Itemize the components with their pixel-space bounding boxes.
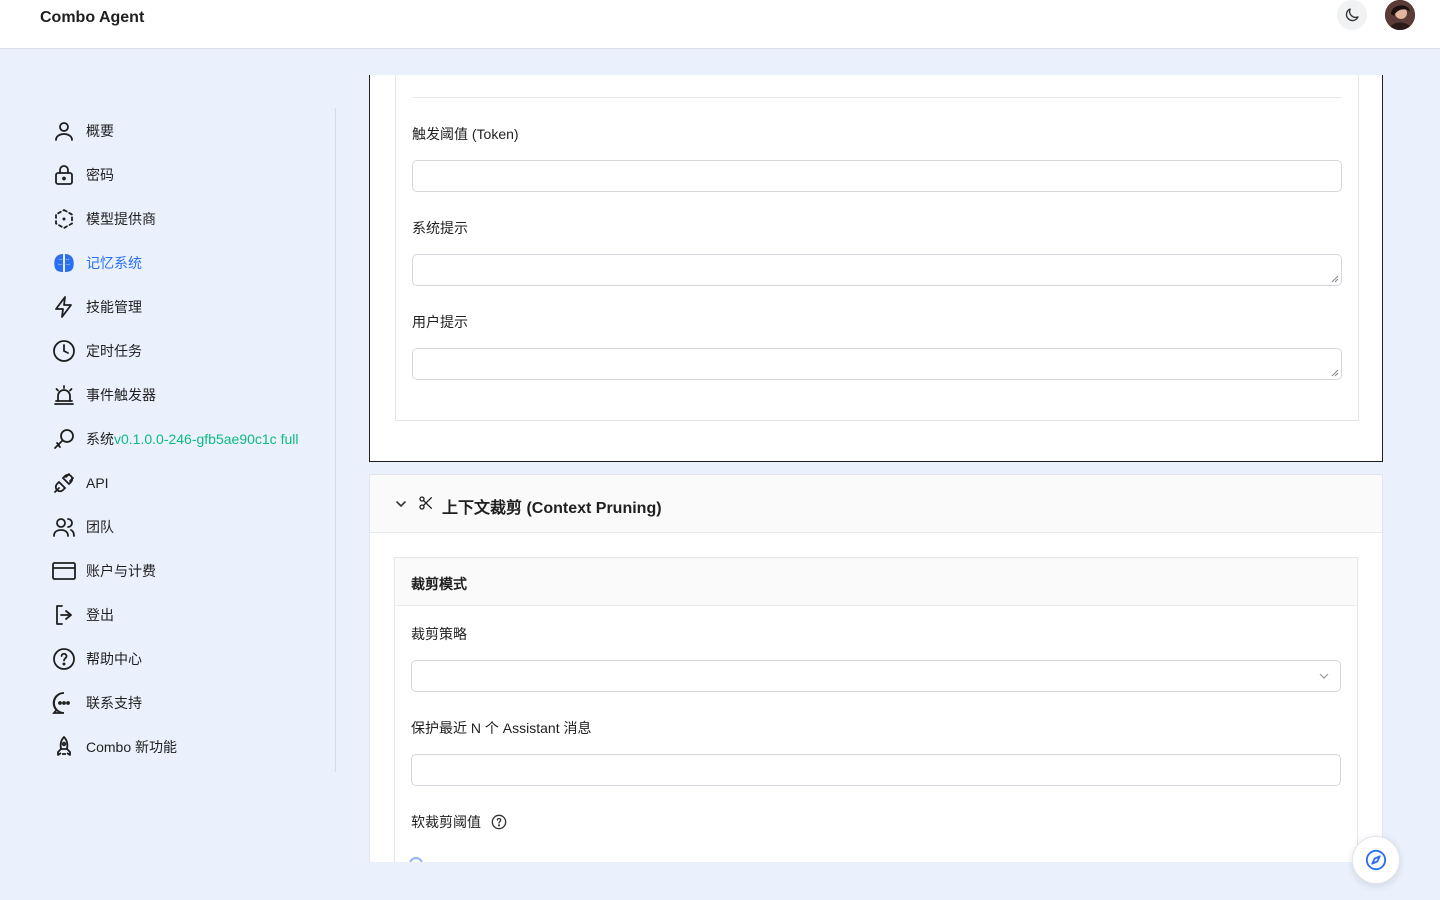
sidebar-item-api[interactable]: API	[52, 467, 109, 499]
context-pruning-title: 上下文裁剪 (Context Pruning)	[442, 500, 662, 517]
system-prompt-textarea[interactable]	[412, 254, 1342, 286]
app-title: Combo Agent	[40, 9, 145, 26]
trigger-threshold-input[interactable]	[412, 160, 1342, 192]
alarm-icon	[52, 383, 76, 407]
moon-icon	[1345, 8, 1359, 22]
field-label-trigger-threshold: 触发阈值 (Token)	[412, 126, 519, 142]
sidebar-item-label: 模型提供商	[86, 211, 156, 227]
credit-card-icon	[52, 559, 76, 583]
user-icon	[52, 119, 76, 143]
soft-prune-threshold-label: 软裁剪阈值	[411, 814, 481, 830]
clock-icon	[52, 339, 76, 363]
sidebar-item-system[interactable]: 系统 v0.1.0.0-246-gfb5ae90c1c full	[52, 423, 298, 455]
key-icon	[52, 427, 76, 451]
version-badge: v0.1.0.0-246-gfb5ae90c1c full	[114, 431, 299, 447]
sidebar-item-event-triggers[interactable]: 事件触发器	[52, 379, 156, 411]
sidebar-item-label: 概要	[86, 123, 114, 139]
question-circle-icon[interactable]	[491, 814, 507, 830]
field-label-soft-prune-threshold: 软裁剪阈值	[411, 812, 507, 832]
resize-grip-icon[interactable]	[1331, 275, 1339, 283]
sidebar	[0, 50, 336, 900]
sidebar-item-model-provider[interactable]: 模型提供商	[52, 203, 156, 235]
main-content: 触发阈值 (Token) 系统提示 用户提示 上下文裁剪 (Context Pr…	[369, 75, 1383, 862]
sidebar-item-logout[interactable]: 登出	[52, 599, 114, 631]
lock-icon	[52, 163, 76, 187]
sidebar-item-password[interactable]: 密码	[52, 159, 114, 191]
sidebar-item-contact-support[interactable]: 联系支持	[52, 687, 142, 719]
chevron-down-icon[interactable]	[394, 497, 408, 511]
sidebar-item-overview[interactable]: 概要	[52, 115, 114, 147]
field-label-pruning-strategy: 裁剪策略	[411, 626, 467, 642]
sidebar-item-label: 团队	[86, 519, 114, 535]
sidebar-item-label: 定时任务	[86, 343, 142, 359]
sidebar-item-scheduled-tasks[interactable]: 定时任务	[52, 335, 142, 367]
sidebar-item-label: Combo 新功能	[86, 739, 178, 755]
memory-settings-card: 触发阈值 (Token) 系统提示 用户提示	[395, 75, 1359, 421]
top-bar: Combo Agent	[0, 0, 1440, 49]
divider	[412, 97, 1342, 98]
sidebar-item-label: 技能管理	[86, 299, 142, 315]
brain-icon	[52, 251, 76, 275]
sidebar-item-label: 账户与计费	[86, 563, 156, 579]
pruning-mode-title: 裁剪模式	[411, 576, 467, 592]
sidebar-item-label: 记忆系统	[86, 255, 142, 271]
scissors-icon	[419, 496, 432, 510]
explore-fab-button[interactable]	[1352, 836, 1400, 884]
sidebar-item-label: 系统	[86, 431, 114, 447]
logout-icon	[52, 603, 76, 627]
lightning-icon	[52, 295, 76, 319]
pruning-mode-card: 裁剪模式 裁剪策略 保护最近 N 个 Assistant 消息 软裁剪阈值	[394, 557, 1358, 862]
sidebar-item-help-center[interactable]: 帮助中心	[52, 643, 142, 675]
sidebar-item-label: 登出	[86, 607, 114, 623]
help-circle-icon	[52, 647, 76, 671]
memory-panel: 触发阈值 (Token) 系统提示 用户提示	[369, 75, 1383, 462]
user-prompt-textarea[interactable]	[412, 348, 1342, 380]
compass-icon	[1365, 849, 1387, 871]
plug-icon	[52, 471, 76, 495]
rocket-icon	[52, 735, 76, 759]
field-label-system-prompt: 系统提示	[412, 220, 468, 236]
field-label-protect-recent: 保护最近 N 个 Assistant 消息	[411, 720, 592, 736]
context-pruning-header[interactable]: 上下文裁剪 (Context Pruning)	[370, 475, 1382, 533]
context-pruning-panel: 上下文裁剪 (Context Pruning) 裁剪模式 裁剪策略 保护最近 N…	[369, 474, 1383, 862]
sidebar-item-label: 密码	[86, 167, 114, 183]
sidebar-item-whats-new[interactable]: Combo 新功能	[52, 731, 177, 763]
sidebar-item-label: 帮助中心	[86, 651, 142, 667]
pruning-mode-header: 裁剪模式	[395, 558, 1357, 606]
sidebar-item-label: API	[86, 475, 109, 491]
team-icon	[52, 515, 76, 539]
field-label-user-prompt: 用户提示	[412, 314, 468, 330]
pruning-strategy-select[interactable]	[411, 660, 1341, 692]
chevron-down-icon	[1319, 673, 1329, 679]
theme-toggle-button[interactable]	[1337, 0, 1367, 30]
model-provider-icon	[52, 207, 76, 231]
user-avatar[interactable]	[1385, 0, 1415, 30]
sidebar-item-team[interactable]: 团队	[52, 511, 114, 543]
sidebar-item-label: 事件触发器	[86, 387, 156, 403]
sidebar-item-label: 联系支持	[86, 695, 142, 711]
section-gap	[369, 462, 1383, 474]
sidebar-item-billing[interactable]: 账户与计费	[52, 555, 156, 587]
sidebar-item-memory-system[interactable]: 记忆系统	[52, 247, 142, 279]
protect-recent-input[interactable]	[411, 754, 1341, 786]
sidebar-item-skills[interactable]: 技能管理	[52, 291, 142, 323]
chat-icon	[52, 691, 76, 715]
resize-grip-icon[interactable]	[1331, 369, 1339, 377]
sidebar-divider	[335, 108, 336, 772]
